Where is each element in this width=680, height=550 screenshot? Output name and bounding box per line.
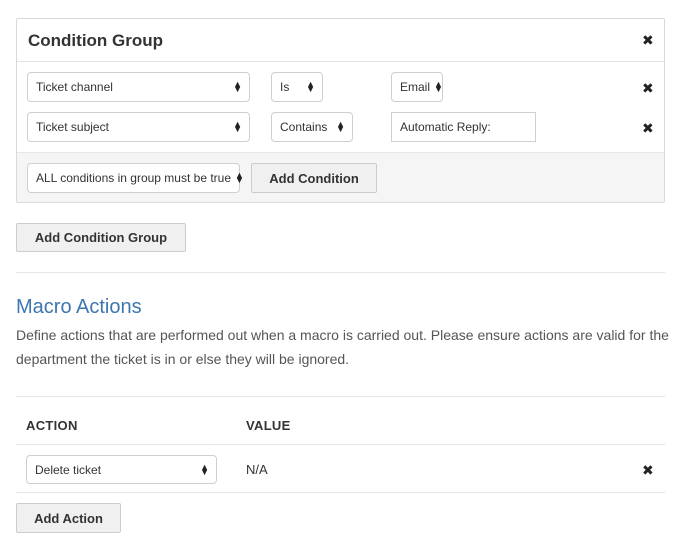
macro-actions-heading: Macro Actions <box>16 296 142 318</box>
condition-2-field-select[interactable]: Ticket subject ▲ ▼ <box>27 112 250 142</box>
condition-group-panel: Condition Group ✖ Ticket channel ▲ ▼ Is ▲… <box>16 18 665 203</box>
condition-group-title: Condition Group <box>28 31 164 50</box>
panel-divider <box>17 61 664 62</box>
remove-condition-1-icon[interactable]: ✖ <box>642 81 654 95</box>
condition-1-value: Email <box>400 80 431 94</box>
condition-2-operator-select[interactable]: Contains ▲ ▼ <box>271 112 353 142</box>
column-header-value: VALUE <box>246 418 291 433</box>
condition-2-field-value: Ticket subject <box>36 120 109 134</box>
select-arrows-icon: ▲ ▼ <box>434 79 443 94</box>
condition-1-field-select[interactable]: Ticket channel ▲ ▼ <box>27 72 250 102</box>
match-mode-value: ALL conditions in group must be true <box>36 171 232 185</box>
add-condition-button[interactable]: Add Condition <box>251 163 377 193</box>
remove-action-1-icon[interactable]: ✖ <box>642 463 654 477</box>
condition-1-field-value: Ticket channel <box>36 80 113 94</box>
add-action-button[interactable]: Add Action <box>16 503 121 533</box>
close-group-icon[interactable]: ✖ <box>642 33 654 47</box>
condition-1-value-select[interactable]: Email ▲ ▼ <box>391 72 443 102</box>
action-1-value: Delete ticket <box>35 462 102 477</box>
column-header-action: ACTION <box>26 418 78 433</box>
condition-group-footer: ALL conditions in group must be true ▲ ▼ … <box>17 152 664 202</box>
add-condition-group-button[interactable]: Add Condition Group <box>16 223 186 252</box>
select-arrows-icon: ▲ ▼ <box>233 79 242 94</box>
remove-condition-2-icon[interactable]: ✖ <box>642 121 654 135</box>
condition-1-operator-select[interactable]: Is ▲ ▼ <box>271 72 323 102</box>
condition-2-operator-value: Contains <box>280 120 328 134</box>
select-arrows-icon: ▲ ▼ <box>200 461 209 477</box>
condition-2-value-input[interactable]: Automatic Reply: <box>391 112 536 142</box>
table-header-divider <box>16 444 665 445</box>
action-1-select[interactable]: Delete ticket ▲ ▼ <box>26 455 217 484</box>
section-divider <box>16 272 665 273</box>
condition-1-operator-value: Is <box>280 80 290 94</box>
match-mode-select[interactable]: ALL conditions in group must be true ▲ ▼ <box>27 163 244 193</box>
action-1-value-text: N/A <box>246 462 268 477</box>
select-arrows-icon: ▲ ▼ <box>233 119 242 134</box>
table-top-divider <box>16 396 665 397</box>
select-arrows-icon: ▲ ▼ <box>336 119 345 134</box>
macro-actions-description: Define actions that are performed out wh… <box>16 327 669 367</box>
select-arrows-icon: ▲ ▼ <box>306 79 315 94</box>
condition-2-value: Automatic Reply: <box>400 120 491 134</box>
table-bottom-divider <box>16 492 665 493</box>
select-arrows-icon: ▲ ▼ <box>235 170 244 185</box>
